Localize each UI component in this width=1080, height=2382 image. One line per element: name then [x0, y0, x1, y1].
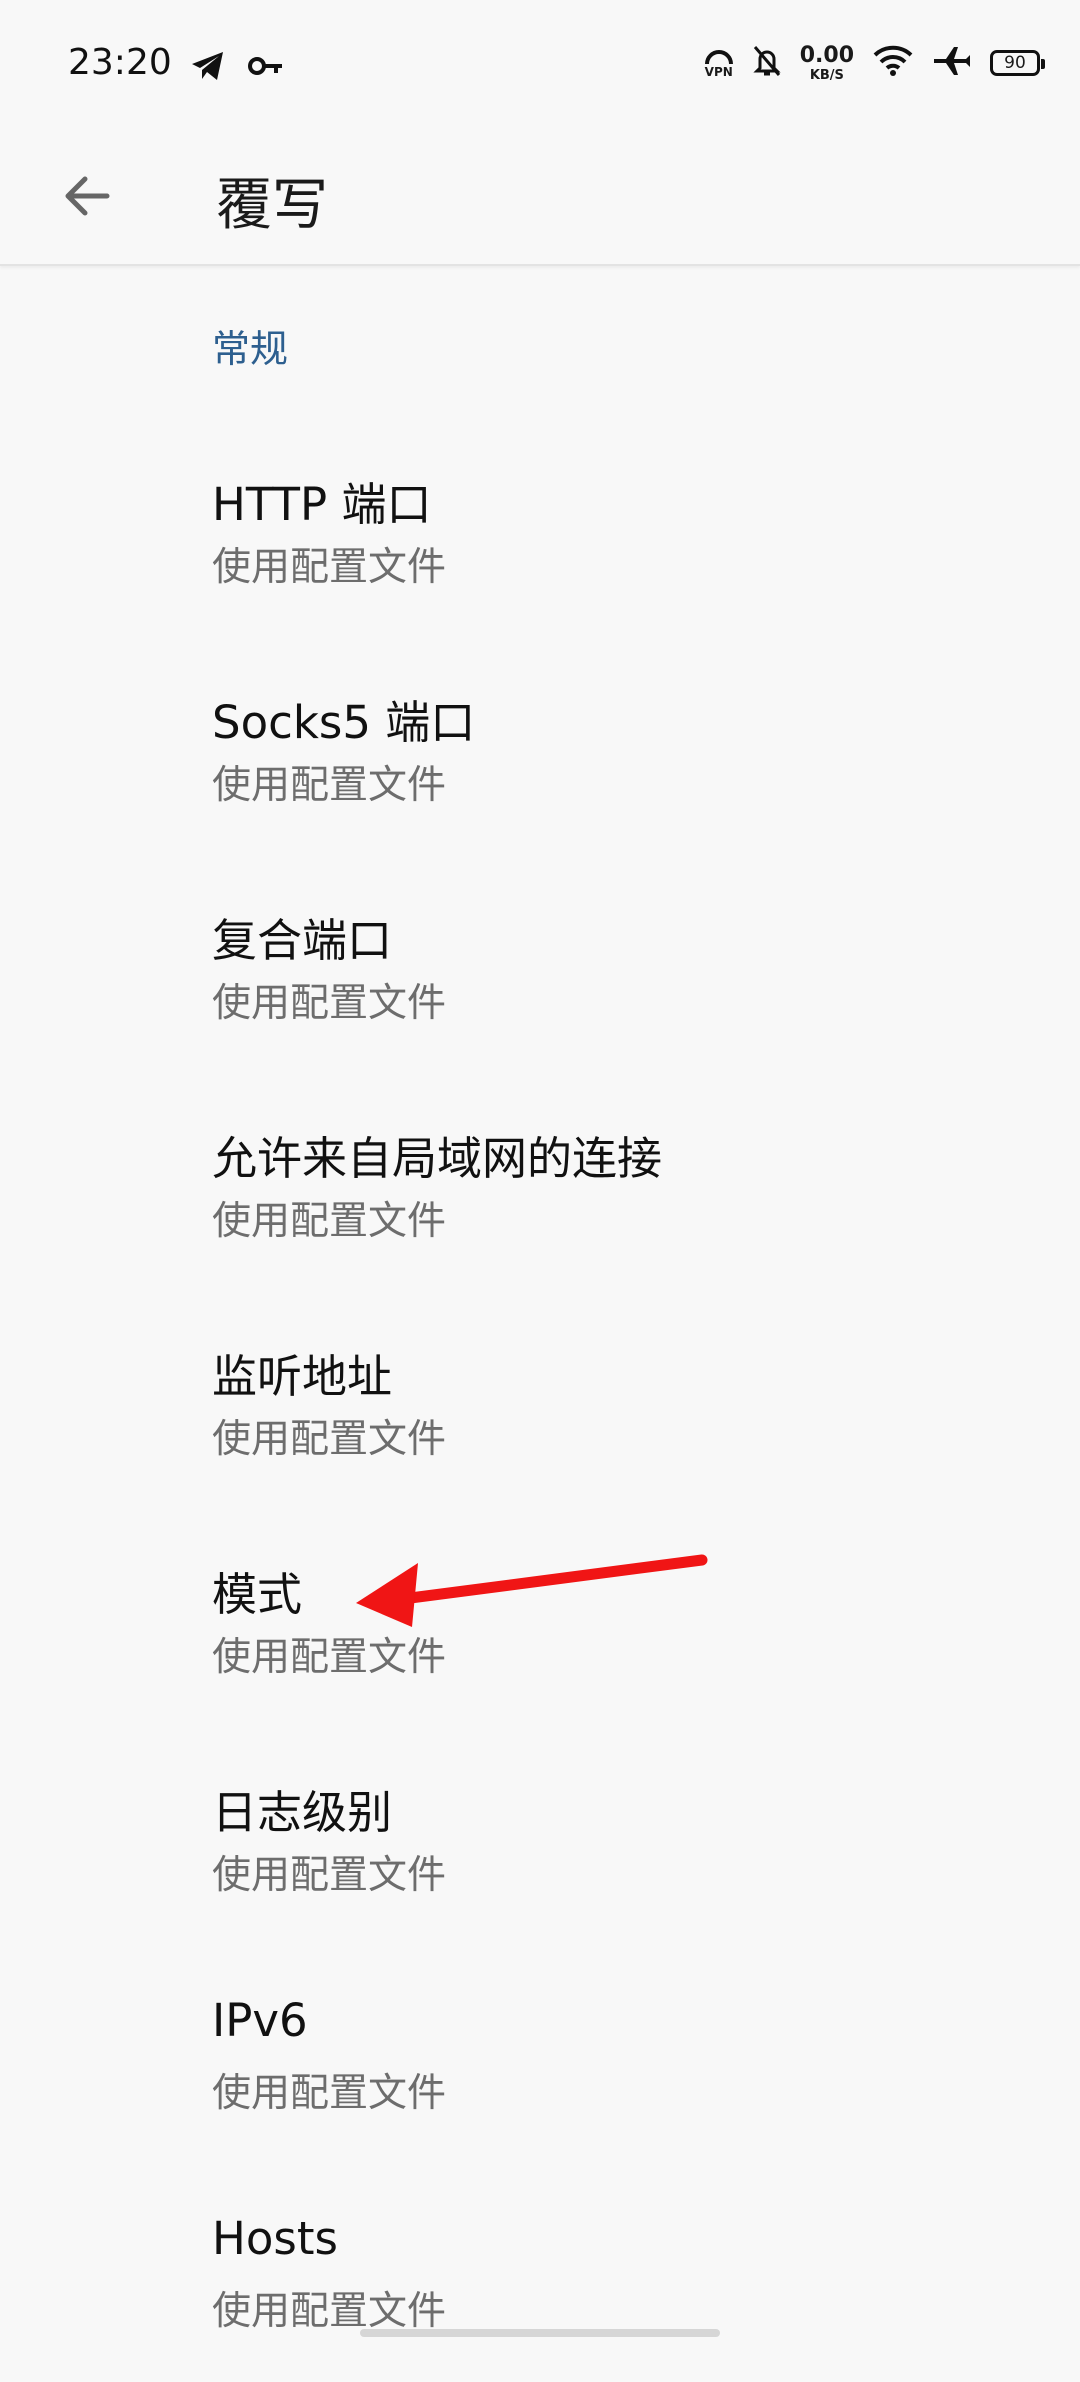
telegram-icon: [190, 50, 226, 86]
settings-list: HTTP 端口 使用配置文件 Socks5 端口 使用配置文件 复合端口 使用配…: [0, 420, 1080, 2382]
speed-value: 0.00: [799, 42, 854, 68]
status-left-icons: [190, 50, 284, 86]
airplane-icon: [932, 45, 972, 81]
setting-title: 模式: [212, 1568, 303, 1621]
setting-allow-lan[interactable]: 允许来自局域网的连接 使用配置文件: [0, 1074, 1080, 1292]
arrow-left-icon: [65, 176, 110, 216]
setting-summary: 使用配置文件: [212, 1199, 447, 1244]
status-right-icons: VPN 0.00 KB/S 90: [704, 42, 1045, 83]
setting-http-port[interactable]: HTTP 端口 使用配置文件: [0, 420, 1080, 638]
battery-indicator: 90: [990, 50, 1045, 76]
setting-summary: 使用配置文件: [212, 2289, 447, 2334]
setting-summary: 使用配置文件: [212, 1635, 447, 1680]
setting-summary: 使用配置文件: [212, 2071, 447, 2116]
status-bar: 23:20 VPN 0.00 KB/S 90: [0, 0, 1080, 130]
status-time: 23:20: [68, 42, 172, 83]
bell-off-icon: [752, 44, 782, 82]
setting-title: 监听地址: [212, 1350, 393, 1403]
setting-bind-address[interactable]: 监听地址 使用配置文件: [0, 1292, 1080, 1510]
vpn-icon: VPN: [704, 48, 734, 78]
section-header-general: 常规: [212, 327, 289, 371]
setting-socks5-port[interactable]: Socks5 端口 使用配置文件: [0, 638, 1080, 856]
setting-title: IPv6: [212, 1994, 308, 2047]
setting-title: 允许来自局域网的连接: [212, 1132, 663, 1185]
speed-unit: KB/S: [809, 67, 844, 83]
setting-title: 日志级别: [212, 1786, 393, 1839]
setting-summary: 使用配置文件: [212, 545, 447, 590]
page-title: 覆写: [216, 173, 328, 238]
wifi-icon: [872, 45, 914, 81]
setting-log-level[interactable]: 日志级别 使用配置文件: [0, 1728, 1080, 1946]
network-speed: 0.00 KB/S: [799, 42, 854, 83]
setting-title: Socks5 端口: [212, 696, 476, 749]
setting-title: Hosts: [212, 2212, 338, 2265]
setting-summary: 使用配置文件: [212, 981, 447, 1026]
vpn-label: VPN: [704, 65, 733, 79]
key-icon: [248, 50, 284, 86]
setting-mixed-port[interactable]: 复合端口 使用配置文件: [0, 856, 1080, 1074]
app-bar: 覆写: [0, 130, 1080, 266]
gesture-nav-handle[interactable]: [360, 2329, 720, 2337]
setting-title: 复合端口: [212, 914, 393, 967]
back-button[interactable]: [46, 156, 126, 236]
setting-summary: 使用配置文件: [212, 1417, 447, 1462]
setting-summary: 使用配置文件: [212, 763, 447, 808]
setting-hosts[interactable]: Hosts 使用配置文件: [0, 2164, 1080, 2382]
setting-mode[interactable]: 模式 使用配置文件: [0, 1510, 1080, 1728]
battery-level: 90: [1004, 53, 1026, 73]
setting-summary: 使用配置文件: [212, 1853, 447, 1898]
setting-ipv6[interactable]: IPv6 使用配置文件: [0, 1946, 1080, 2164]
setting-title: HTTP 端口: [212, 478, 432, 531]
